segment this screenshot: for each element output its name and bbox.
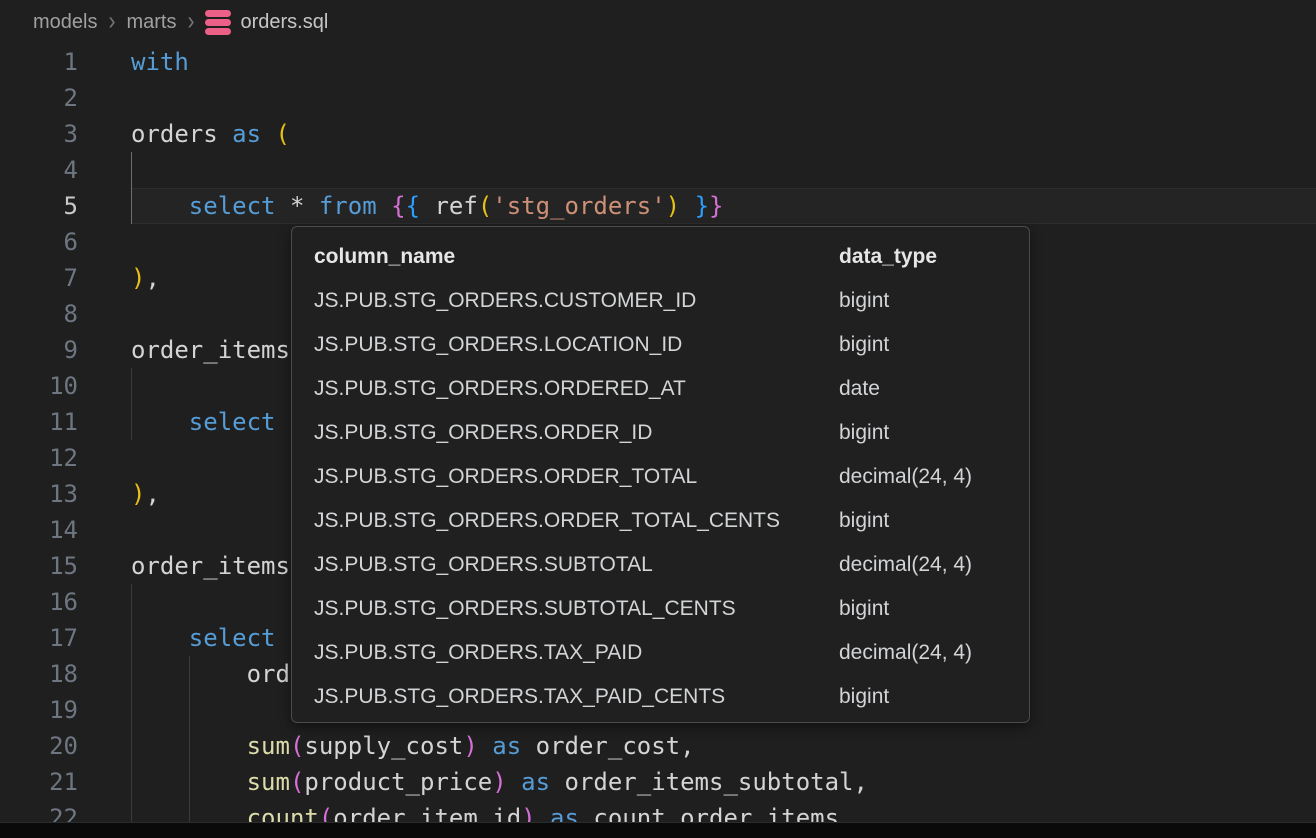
line-number: 12 (0, 440, 78, 476)
line-number: 7 (0, 260, 78, 296)
code-line[interactable]: 3 orders as ( (0, 116, 1316, 152)
line-number: 4 (0, 152, 78, 188)
line-number: 3 (0, 116, 78, 152)
database-icon (205, 10, 231, 35)
code-text: sum(product_price) as order_items_subtot… (131, 764, 868, 800)
column-name-cell: JS.PUB.STG_ORDERS.SUBTOTAL (314, 553, 839, 577)
code-text: count(order_item_id) as count_order_item… (131, 800, 839, 823)
line-number: 2 (0, 80, 78, 116)
indent-guide (189, 692, 190, 728)
breadcrumb-item-file[interactable]: orders.sql (205, 10, 328, 35)
line-number: 20 (0, 728, 78, 764)
data-type-cell: bigint (839, 333, 1029, 357)
line-number: 13 (0, 476, 78, 512)
data-type-header: data_type (839, 245, 1029, 269)
line-number: 8 (0, 296, 78, 332)
hover-table-popup: column_name data_type JS.PUB.STG_ORDERS.… (291, 226, 1030, 723)
column-row: JS.PUB.STG_ORDERS.ORDER_TOTALdecimal(24,… (314, 455, 1029, 499)
column-name-header: column_name (314, 245, 839, 269)
column-name-cell: JS.PUB.STG_ORDERS.ORDERED_AT (314, 377, 839, 401)
code-text: with (131, 44, 189, 80)
line-number: 15 (0, 548, 78, 584)
code-text: select * from {{ ref('stg_orders') }} (131, 188, 723, 224)
data-type-cell: decimal(24, 4) (839, 553, 1029, 577)
chevron-right-icon: › (187, 7, 194, 37)
code-text: ), (131, 476, 160, 512)
data-type-cell: bigint (839, 509, 1029, 533)
hover-table-body: JS.PUB.STG_ORDERS.CUSTOMER_IDbigintJS.PU… (314, 279, 1029, 719)
line-number: 21 (0, 764, 78, 800)
data-type-cell: decimal(24, 4) (839, 465, 1029, 489)
code-text: order_items (131, 548, 290, 584)
code-line[interactable]: 5 select * from {{ ref('stg_orders') }} (0, 188, 1316, 224)
column-name-cell: JS.PUB.STG_ORDERS.SUBTOTAL_CENTS (314, 597, 839, 621)
indent-guide (131, 584, 132, 620)
line-number: 22 (0, 800, 78, 823)
data-type-cell: bigint (839, 685, 1029, 709)
column-name-cell: JS.PUB.STG_ORDERS.TAX_PAID (314, 641, 839, 665)
code-text: orders as ( (131, 116, 290, 152)
code-text: ), (131, 260, 160, 296)
bottom-panel-edge (0, 822, 1316, 838)
code-line[interactable]: 4 (0, 152, 1316, 188)
column-name-cell: JS.PUB.STG_ORDERS.ORDER_TOTAL (314, 465, 839, 489)
column-row: JS.PUB.STG_ORDERS.CUSTOMER_IDbigint (314, 279, 1029, 323)
column-row: JS.PUB.STG_ORDERS.TAX_PAIDdecimal(24, 4) (314, 631, 1029, 675)
column-row: JS.PUB.STG_ORDERS.ORDERED_ATdate (314, 367, 1029, 411)
column-name-cell: JS.PUB.STG_ORDERS.TAX_PAID_CENTS (314, 685, 839, 709)
column-row: JS.PUB.STG_ORDERS.LOCATION_IDbigint (314, 323, 1029, 367)
breadcrumb-item-marts[interactable]: marts (126, 11, 176, 34)
indent-guide (131, 692, 132, 728)
indent-guide (131, 368, 132, 404)
column-name-cell: JS.PUB.STG_ORDERS.LOCATION_ID (314, 333, 839, 357)
code-line[interactable]: 2 (0, 80, 1316, 116)
data-type-cell: decimal(24, 4) (839, 641, 1029, 665)
hover-table-header: column_name data_type (314, 235, 1029, 279)
line-number: 9 (0, 332, 78, 368)
data-type-cell: bigint (839, 597, 1029, 621)
indent-guide (131, 152, 132, 188)
data-type-cell: date (839, 377, 1029, 401)
code-line[interactable]: 21 sum(product_price) as order_items_sub… (0, 764, 1316, 800)
code-line[interactable]: 22 count(order_item_id) as count_order_i… (0, 800, 1316, 823)
column-name-cell: JS.PUB.STG_ORDERS.ORDER_ID (314, 421, 839, 445)
line-number: 5 (0, 188, 78, 224)
data-type-cell: bigint (839, 421, 1029, 445)
chevron-right-icon: › (108, 7, 115, 37)
line-number: 18 (0, 656, 78, 692)
line-number: 1 (0, 44, 78, 80)
column-name-cell: JS.PUB.STG_ORDERS.ORDER_TOTAL_CENTS (314, 509, 839, 533)
column-row: JS.PUB.STG_ORDERS.ORDER_IDbigint (314, 411, 1029, 455)
line-number: 6 (0, 224, 78, 260)
column-row: JS.PUB.STG_ORDERS.TAX_PAID_CENTSbigint (314, 675, 1029, 719)
column-row: JS.PUB.STG_ORDERS.SUBTOTAL_CENTSbigint (314, 587, 1029, 631)
code-line[interactable]: 1 with (0, 44, 1316, 80)
column-row: JS.PUB.STG_ORDERS.SUBTOTALdecimal(24, 4) (314, 543, 1029, 587)
breadcrumb-file-label: orders.sql (240, 11, 328, 34)
code-text: select (131, 620, 276, 656)
column-row: JS.PUB.STG_ORDERS.ORDER_TOTAL_CENTSbigin… (314, 499, 1029, 543)
editor-window: models › marts › orders.sql 1 with 23 order… (0, 0, 1316, 838)
data-type-cell: bigint (839, 289, 1029, 313)
breadcrumb: models › marts › orders.sql (0, 0, 1316, 44)
code-line[interactable]: 20 sum(supply_cost) as order_cost, (0, 728, 1316, 764)
code-text: sum(supply_cost) as order_cost, (131, 728, 695, 764)
breadcrumb-item-models[interactable]: models (33, 11, 97, 34)
line-number: 11 (0, 404, 78, 440)
line-number: 17 (0, 620, 78, 656)
line-number: 16 (0, 584, 78, 620)
code-text: select (131, 404, 276, 440)
code-text: ord (131, 656, 290, 692)
line-number: 19 (0, 692, 78, 728)
code-text: order_items (131, 332, 290, 368)
column-name-cell: JS.PUB.STG_ORDERS.CUSTOMER_ID (314, 289, 839, 313)
line-number: 14 (0, 512, 78, 548)
line-number: 10 (0, 368, 78, 404)
